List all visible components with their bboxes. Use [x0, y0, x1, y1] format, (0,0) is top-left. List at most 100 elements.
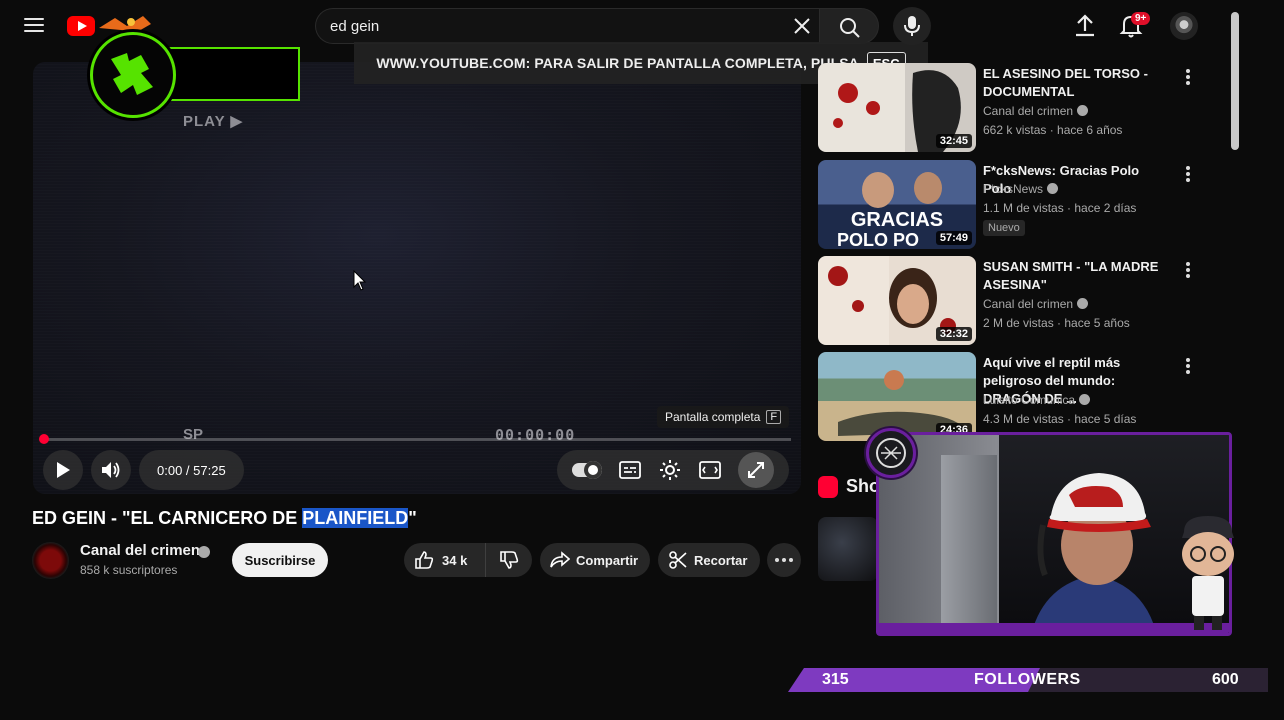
overlay-frame: [160, 47, 300, 101]
volume-icon: [102, 462, 120, 478]
player-right-controls: [557, 450, 789, 490]
streamer-figure: [1031, 473, 1157, 633]
time-display: 0:00 / 57:25: [139, 450, 244, 490]
mouse-cursor-icon: [353, 270, 367, 291]
video-title-suffix: ": [408, 508, 417, 528]
clear-search-icon[interactable]: [790, 14, 814, 38]
verified-check-icon: [198, 546, 210, 558]
video-thumbnail[interactable]: 32:45: [818, 63, 976, 152]
recommendation-title[interactable]: EL ASESINO DEL TORSO - DOCUMENTAL: [983, 65, 1163, 101]
notifications-badge: 9+: [1131, 12, 1151, 25]
video-thumbnail[interactable]: 24:36: [818, 352, 976, 441]
like-count: 34 k: [442, 552, 468, 568]
stream-logo: [866, 428, 916, 478]
channel-avatar[interactable]: [32, 542, 69, 579]
channel-row: Canal del crimen 858 k suscriptores Susc…: [32, 540, 802, 582]
overlay-logo: [90, 32, 176, 118]
recommendation-channel[interactable]: Luisito Comunica: [983, 393, 1091, 407]
recommendation-item[interactable]: 32:45 EL ASESINO DEL TORSO - DOCUMENTAL …: [818, 63, 1218, 155]
subscribe-button[interactable]: Suscribirse: [232, 543, 328, 577]
video-duration: 32:32: [935, 327, 972, 341]
stream-overlay-badge: [90, 32, 300, 120]
play-button[interactable]: [43, 450, 83, 490]
verified-check-icon: [1077, 298, 1089, 309]
more-vertical-icon[interactable]: [1182, 260, 1194, 280]
more-actions-button[interactable]: [767, 543, 801, 577]
thumbs-up-icon: [415, 551, 434, 569]
recommendation-channel-name: Canal del crimen: [983, 104, 1074, 118]
recommendation-channel[interactable]: Canal del crimen: [983, 297, 1089, 311]
recommendation-channel[interactable]: Canal del crimen: [983, 104, 1089, 118]
verified-check-icon: [1079, 394, 1091, 405]
shorts-icon: [818, 476, 838, 498]
progress-scrubber[interactable]: [39, 434, 49, 444]
recommendation-meta: 2 M de vistas · hace 5 años: [983, 316, 1130, 330]
webcam-door: [941, 455, 997, 633]
puzzle-logo-icon: [111, 53, 153, 95]
recommendation-channel-name: Luisito Comunica: [983, 393, 1076, 407]
fullscreen-tooltip-label: Pantalla completa: [665, 410, 761, 424]
channel-name[interactable]: Canal del crimen: [80, 542, 200, 559]
upload-icon[interactable]: [1072, 13, 1098, 39]
volume-button[interactable]: [91, 450, 131, 490]
page-scrollbar[interactable]: [1231, 12, 1239, 150]
video-thumbnail[interactable]: 32:32: [818, 256, 976, 345]
recommendation-channel[interactable]: F*cksNews: [983, 182, 1059, 196]
search-input[interactable]: [330, 9, 770, 43]
progress-bar[interactable]: [39, 434, 791, 444]
vhs-noise: [33, 62, 801, 494]
scissors-icon: [669, 551, 687, 569]
more-vertical-icon[interactable]: [1182, 67, 1194, 87]
video-title: ED GEIN - "EL CARNICERO DE PLAINFIELD": [32, 508, 417, 529]
thumbs-down-icon: [500, 551, 519, 569]
vhs-counter: 00:00:00: [495, 426, 576, 444]
verified-check-icon: [1077, 105, 1089, 116]
fullscreen-banner-text: WWW.YOUTUBE.COM: PARA SALIR DE PANTALLA …: [376, 55, 859, 71]
new-badge: Nuevo: [983, 220, 1025, 236]
fullscreen-tooltip: Pantalla completa F: [657, 406, 790, 428]
shorts-thumbnail[interactable]: [818, 517, 878, 581]
verified-check-icon: [1047, 183, 1059, 194]
more-vertical-icon[interactable]: [1182, 164, 1194, 184]
exit-fullscreen-button[interactable]: [738, 452, 775, 488]
hamburger-menu-icon[interactable]: [22, 14, 46, 38]
followers-goal-bar: 315 FOLLOWERS 600: [788, 668, 1268, 692]
share-button[interactable]: Compartir: [540, 543, 650, 577]
video-duration: 57:49: [935, 231, 972, 245]
recommendation-item[interactable]: 32:32 SUSAN SMITH - "LA MADRE ASESINA" C…: [818, 256, 1218, 348]
play-icon: [57, 462, 70, 478]
settings-gear-icon[interactable]: [659, 459, 681, 481]
recommendation-channel-name: Canal del crimen: [983, 297, 1074, 311]
subtitles-icon[interactable]: [619, 461, 642, 479]
recommendation-item[interactable]: GRACIAS POLO PO 57:49 F*cksNews: Gracias…: [818, 160, 1218, 252]
recommendation-title[interactable]: SUSAN SMITH - "LA MADRE ASESINA": [983, 258, 1163, 294]
share-icon: [550, 551, 570, 568]
like-button[interactable]: 34 k: [404, 543, 486, 577]
video-duration: 32:45: [935, 134, 972, 148]
more-vertical-icon[interactable]: [1182, 356, 1194, 376]
stream-logo-icon: [876, 438, 906, 468]
recommendation-meta: 4.3 M de vistas · hace 5 días: [983, 412, 1137, 426]
search-box[interactable]: [315, 8, 819, 44]
followers-label: FOLLOWERS: [974, 671, 1081, 688]
followers-current: 315: [822, 671, 849, 688]
theater-mode-icon[interactable]: [698, 461, 721, 479]
video-title-highlight: PLAINFIELD: [302, 508, 409, 528]
microphone-icon: [904, 16, 920, 36]
voice-search-button[interactable]: [893, 7, 931, 45]
fullscreen-tooltip-key: F: [766, 410, 782, 424]
autoplay-toggle[interactable]: [571, 461, 602, 479]
account-avatar[interactable]: [1170, 12, 1198, 40]
followers-goal: 600: [1212, 671, 1239, 688]
search-icon: [840, 18, 860, 38]
video-title-prefix: ED GEIN - "EL CARNICERO DE: [32, 508, 303, 528]
video-player[interactable]: PLAY ▶ SP 00:00:00 Pantalla completa F 0…: [33, 62, 801, 494]
shorts-label: Sho: [846, 476, 880, 496]
dislike-button[interactable]: [486, 550, 532, 570]
clip-label: Recortar: [694, 552, 748, 568]
search-button[interactable]: [819, 8, 879, 44]
clip-button[interactable]: Recortar: [658, 543, 760, 577]
video-thumbnail[interactable]: GRACIAS POLO PO 57:49: [818, 160, 976, 249]
player-left-controls: 0:00 / 57:25: [43, 450, 244, 490]
like-dislike-group: 34 k: [404, 543, 532, 577]
